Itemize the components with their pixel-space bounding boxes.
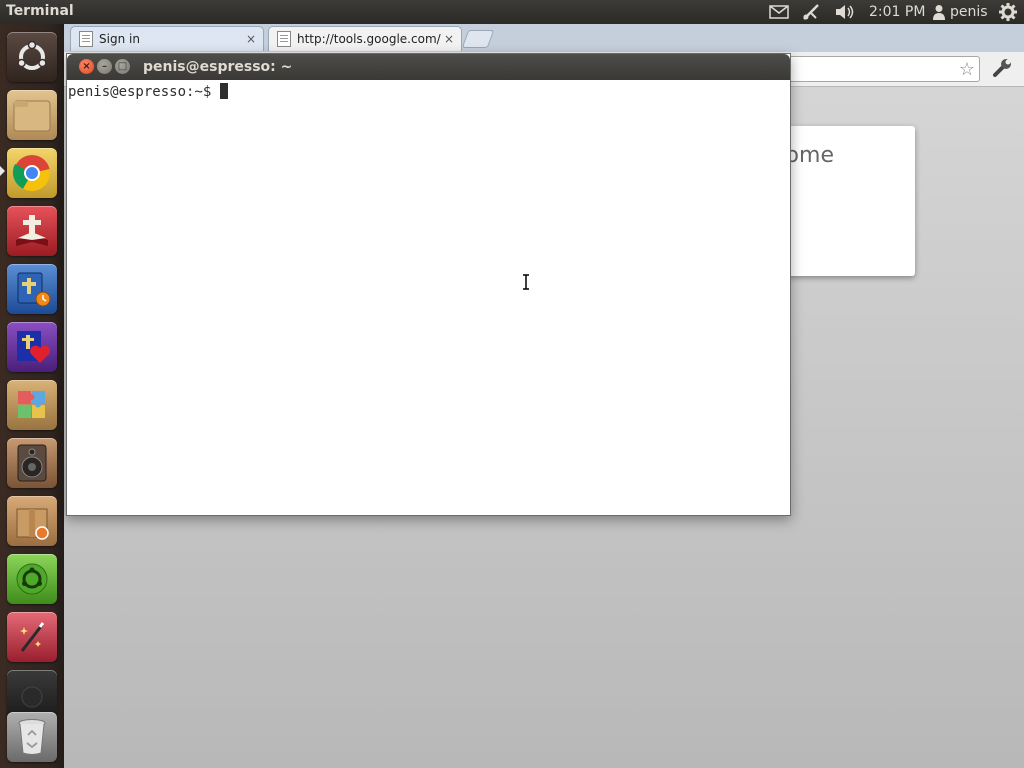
terminal-window[interactable]: × – □ penis@espresso: ~ penis@espresso:~… [66, 53, 791, 516]
gear-icon[interactable] [999, 2, 1017, 22]
chrome-icon[interactable] [7, 148, 57, 198]
prompt-line: penis@espresso:~$ [68, 83, 228, 100]
star-icon[interactable]: ☆ [959, 59, 975, 80]
tab-sign-in[interactable]: Sign in × [70, 26, 264, 51]
launcher [0, 24, 65, 768]
top-panel: Terminal 2:01 PM penis [0, 0, 1024, 24]
wrench-icon[interactable] [991, 57, 1013, 79]
bible-time-icon[interactable] [7, 264, 57, 314]
terminal-body[interactable]: penis@espresso:~$ [67, 81, 790, 515]
content-card: rome [787, 126, 915, 276]
magic-wand-icon[interactable] [7, 612, 57, 662]
maximize-button[interactable]: □ [115, 59, 130, 74]
card-text: rome [787, 143, 834, 168]
ibeam-cursor-icon [523, 274, 529, 290]
ubuntu-logo-icon[interactable] [7, 32, 57, 82]
terminal-titlebar[interactable]: × – □ penis@espresso: ~ [67, 54, 790, 80]
close-button[interactable]: × [79, 59, 94, 74]
bible-book-icon[interactable] [7, 206, 57, 256]
tab-google-tools[interactable]: http://tools.google.com/c × [268, 26, 462, 51]
tab-label: http://tools.google.com/c [297, 32, 441, 46]
speaker-icon[interactable] [7, 438, 57, 488]
user-icon[interactable] [932, 2, 946, 22]
terminal-title: penis@espresso: ~ [143, 59, 293, 75]
address-bar[interactable]: ☆ [764, 56, 980, 82]
trash-icon[interactable] [7, 712, 57, 762]
close-icon[interactable]: × [243, 32, 259, 46]
active-app-title: Terminal [6, 3, 74, 19]
package-box-icon[interactable] [7, 496, 57, 546]
shell-prompt: penis@espresso:~$ [68, 84, 220, 100]
active-indicator [0, 166, 5, 176]
page-icon [277, 31, 291, 47]
network-icon[interactable] [801, 2, 821, 22]
clock[interactable]: 2:01 PM [869, 2, 925, 22]
puzzle-icon[interactable] [7, 380, 57, 430]
ubuntu-software-icon[interactable] [7, 554, 57, 604]
page-icon [79, 31, 93, 47]
minimize-button[interactable]: – [97, 59, 112, 74]
tab-label: Sign in [99, 32, 140, 46]
tab-strip: Sign in × http://tools.google.com/c × [64, 24, 1024, 52]
user-name[interactable]: penis [950, 2, 988, 22]
close-icon[interactable]: × [441, 32, 457, 46]
new-tab-button[interactable] [461, 30, 495, 48]
volume-icon[interactable] [834, 2, 856, 22]
home-folder-icon[interactable] [7, 90, 57, 140]
text-cursor [219, 83, 228, 99]
mail-icon[interactable] [769, 2, 789, 22]
bible-heart-icon[interactable] [7, 322, 57, 372]
